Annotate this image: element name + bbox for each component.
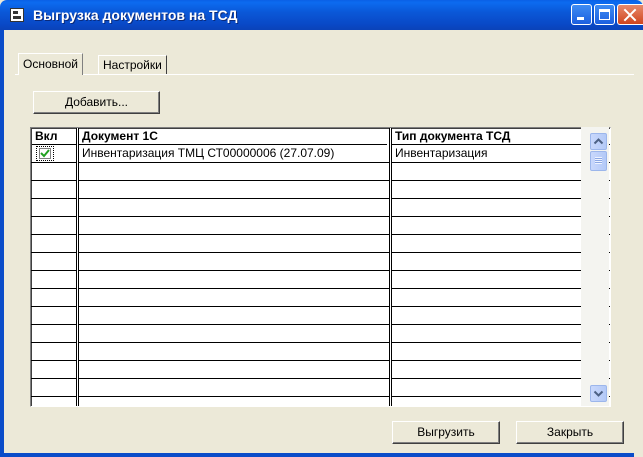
vertical-scrollbar[interactable] (581, 127, 609, 406)
table-row[interactable] (31, 253, 610, 271)
table-row[interactable] (31, 199, 610, 217)
column-separator[interactable] (76, 128, 79, 406)
table-row[interactable] (31, 343, 610, 361)
type-cell[interactable]: Инвентаризация (392, 145, 610, 163)
column-separator[interactable] (389, 128, 392, 406)
enabled-checkbox[interactable] (39, 148, 51, 159)
window-edge-right (634, 30, 643, 457)
tab-main[interactable]: Основной (18, 53, 84, 75)
scroll-thumb[interactable] (590, 151, 607, 171)
export-button[interactable]: Выгрузить (392, 421, 500, 444)
window-frame-left (0, 30, 4, 457)
table-row[interactable] (31, 307, 610, 325)
window-title: Выгрузка документов на ТСД (33, 7, 238, 23)
minimize-button[interactable] (571, 4, 592, 25)
table-row[interactable] (31, 325, 610, 343)
title-bar[interactable]: Выгрузка документов на ТСД (0, 0, 643, 30)
checkmark-icon (40, 149, 50, 158)
maximize-button[interactable] (594, 4, 615, 25)
close-button[interactable]: Закрыть (516, 421, 624, 444)
chevron-up-icon (593, 138, 604, 145)
table-row[interactable]: Инвентаризация ТМЦ СТ00000006 (27.07.09)… (31, 145, 610, 163)
documents-table[interactable]: Вкл Документ 1С Тип документа ТСД Инвент… (30, 127, 611, 407)
table-row[interactable] (31, 361, 610, 379)
table-row[interactable] (31, 379, 610, 397)
column-header-enabled[interactable]: Вкл (32, 128, 76, 145)
document-cell[interactable]: Инвентаризация ТМЦ СТ00000006 (27.07.09) (79, 145, 387, 163)
table-row[interactable] (31, 235, 610, 253)
window-frame-bottom (0, 453, 643, 457)
table-row[interactable] (31, 397, 610, 406)
app-icon[interactable] (10, 8, 24, 22)
chevron-down-icon (593, 390, 604, 397)
scroll-down-button[interactable] (590, 385, 607, 402)
table-row[interactable] (31, 289, 610, 307)
close-window-button[interactable] (617, 4, 643, 25)
tab-settings[interactable]: Настройки (98, 55, 167, 74)
table-row[interactable] (31, 271, 610, 289)
table-row[interactable] (31, 163, 610, 181)
add-button[interactable]: Добавить... (33, 91, 160, 114)
table-row[interactable] (31, 217, 610, 235)
column-header-document[interactable]: Документ 1С (79, 128, 387, 145)
column-header-type[interactable]: Тип документа ТСД (392, 128, 610, 145)
scroll-up-button[interactable] (590, 133, 607, 150)
table-row[interactable] (31, 181, 610, 199)
